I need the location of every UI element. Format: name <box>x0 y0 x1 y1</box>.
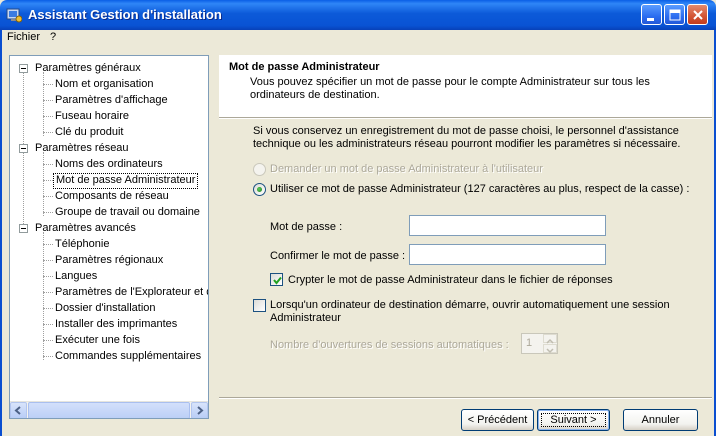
tree-connector <box>43 212 53 213</box>
collapse-icon[interactable] <box>19 224 28 233</box>
confirm-password-label: Confirmer le mot de passe : <box>270 250 406 262</box>
menu-bar: Fichier ? <box>0 30 716 46</box>
tree-item-mot-de-passe-admin[interactable]: Mot de passe Administrateur <box>53 173 199 189</box>
collapse-icon[interactable] <box>19 144 28 153</box>
minimize-icon <box>647 18 654 21</box>
tree-connector <box>43 276 53 277</box>
arrow-left-icon <box>14 406 21 415</box>
maximize-icon <box>669 9 681 21</box>
next-button-label: Suivant > <box>550 414 597 426</box>
intro-text: Si vous conservez un enregistrement du m… <box>253 125 681 150</box>
window-frame-left <box>0 30 2 436</box>
tree-connector <box>43 356 53 357</box>
tree-connector <box>43 164 53 165</box>
tree-connector <box>43 100 53 101</box>
maximize-button[interactable] <box>664 4 685 25</box>
radio-prompt-user <box>253 163 266 176</box>
tree-connector <box>43 292 53 293</box>
tree-connector <box>43 260 53 261</box>
tree-connector <box>43 340 53 341</box>
menu-fichier[interactable]: Fichier <box>7 31 40 43</box>
spin-up-button <box>543 334 557 344</box>
tree-connector <box>43 84 53 85</box>
window-title: Assistant Gestion d'installation <box>28 7 222 22</box>
horizontal-scrollbar[interactable] <box>10 401 208 418</box>
autologon-label[interactable]: Lorsqu'un ordinateur de destination déma… <box>270 299 690 325</box>
tree-connector <box>43 72 44 136</box>
tree-item-installer-imprimantes[interactable]: Installer des imprimantes <box>53 317 179 333</box>
tree-item-groupe-travail[interactable]: Groupe de travail ou domaine <box>53 205 202 221</box>
page-header: Mot de passe Administrateur Vous pouvez … <box>219 55 712 117</box>
arrow-right-icon <box>197 406 204 415</box>
autologon-count-value: 1 <box>526 337 533 349</box>
radio-selected-dot <box>257 187 262 192</box>
tree-connector <box>43 196 53 197</box>
previous-button[interactable]: < Précédent <box>461 409 534 431</box>
tree-connector <box>43 180 53 181</box>
tree-item-commandes-supplementaires[interactable]: Commandes supplémentaires <box>53 349 203 365</box>
autologon-count-spinner: 1 <box>521 333 558 354</box>
tree-connector <box>43 308 53 309</box>
tree-item-fuseau-horaire[interactable]: Fuseau horaire <box>53 109 131 125</box>
spin-down-button <box>543 344 557 354</box>
close-icon <box>693 10 703 20</box>
collapse-icon[interactable] <box>19 64 28 73</box>
next-button[interactable]: Suivant > <box>537 409 610 431</box>
scroll-thumb[interactable] <box>28 402 190 418</box>
tree-item-telephonie[interactable]: Téléphonie <box>53 237 111 253</box>
header-divider <box>219 117 712 119</box>
previous-button-label: < Précédent <box>467 414 528 426</box>
setup-wizard-icon <box>6 8 22 23</box>
tree-connector <box>43 244 53 245</box>
tree-item-dossier-installation[interactable]: Dossier d'installation <box>53 301 158 317</box>
autologon-count-label: Nombre d'ouvertures de sessions automati… <box>270 339 509 351</box>
cancel-button-label: Annuler <box>641 414 680 426</box>
tree-item-composants-reseau[interactable]: Composants de réseau <box>53 189 171 205</box>
tree-connector <box>43 152 44 216</box>
tree-item-parametres-regionaux[interactable]: Paramètres régionaux <box>53 253 165 269</box>
confirm-password-input[interactable] <box>409 244 606 265</box>
tree-item-langues[interactable]: Langues <box>53 269 99 285</box>
title-bar[interactable]: Assistant Gestion d'installation <box>0 0 716 30</box>
tree-connector <box>43 132 53 133</box>
close-button[interactable] <box>687 4 708 25</box>
tree-item-nom-organisation[interactable]: Nom et organisation <box>53 77 155 93</box>
encrypt-checkbox[interactable] <box>270 273 283 286</box>
tree-connector <box>43 116 53 117</box>
minimize-button[interactable] <box>641 4 662 25</box>
page-title: Mot de passe Administrateur <box>229 61 380 73</box>
tree-item-parametres-affichage[interactable]: Paramètres d'affichage <box>53 93 170 109</box>
tree-item-cle-produit[interactable]: Clé du produit <box>53 125 126 141</box>
tree-item-executer-une-fois[interactable]: Exécuter une fois <box>53 333 142 349</box>
menu-help[interactable]: ? <box>50 31 56 43</box>
arrow-up-icon <box>546 338 554 344</box>
scroll-right-button[interactable] <box>191 402 208 418</box>
tree-item-parametres-explorateur[interactable]: Paramètres de l'Explorateur et de <box>53 285 208 301</box>
password-label: Mot de passe : <box>270 221 343 233</box>
radio-use-password[interactable] <box>253 183 266 196</box>
password-input[interactable] <box>409 215 606 236</box>
page-description: Vous pouvez spécifier un mot de passe po… <box>250 76 650 101</box>
tree-connector <box>43 324 53 325</box>
checkmark-icon <box>273 276 282 285</box>
tree-item-parametres-reseau[interactable]: Paramètres réseau <box>33 141 131 157</box>
tree-item-parametres-generaux[interactable]: Paramètres généraux <box>33 61 143 77</box>
scroll-left-button[interactable] <box>10 402 27 418</box>
navigation-tree[interactable]: Paramètres généraux Nom et organisation … <box>9 55 209 419</box>
arrow-down-icon <box>546 348 554 354</box>
cancel-button[interactable]: Annuler <box>623 409 698 431</box>
autologon-checkbox[interactable] <box>253 299 266 312</box>
encrypt-label[interactable]: Crypter le mot de passe Administrateur d… <box>288 274 613 286</box>
radio-use-password-label[interactable]: Utiliser ce mot de passe Administrateur … <box>270 183 689 195</box>
footer-divider <box>219 397 712 399</box>
tree-item-noms-ordinateurs[interactable]: Noms des ordinateurs <box>53 157 165 173</box>
tree-item-parametres-avances[interactable]: Paramètres avancés <box>33 221 138 237</box>
radio-prompt-user-label: Demander un mot de passe Administrateur … <box>270 163 543 175</box>
